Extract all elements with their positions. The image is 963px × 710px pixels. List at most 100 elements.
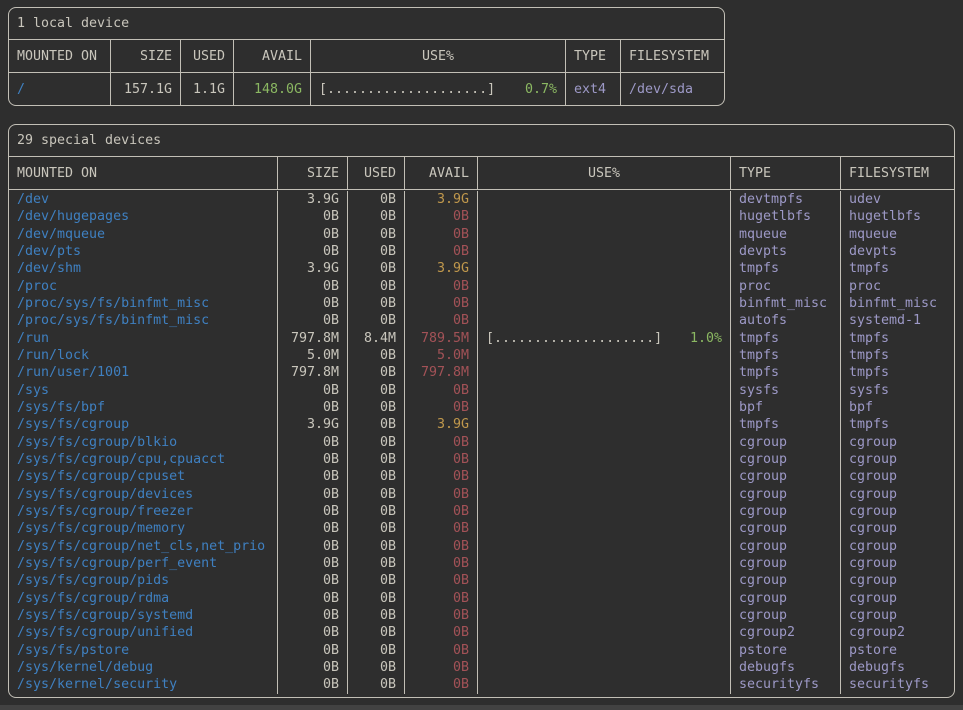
cell-use-pct — [477, 468, 730, 485]
cell-avail: 0B — [404, 226, 477, 243]
cell-size: 0B — [277, 278, 347, 295]
cell-use-pct — [477, 503, 730, 520]
column-header-type: TYPE — [565, 40, 620, 72]
cell-filesystem: cgroup2 — [840, 624, 954, 641]
cell-use-pct — [477, 191, 730, 208]
cell-type: tmpfs — [730, 260, 840, 277]
cell-avail: 5.0M — [404, 347, 477, 364]
cell-filesystem: cgroup — [840, 590, 954, 607]
terminal-screen[interactable]: 1 local device MOUNTED ON SIZE USED AVAI… — [0, 0, 963, 705]
cell-avail: 0B — [404, 382, 477, 399]
cell-size: 0B — [277, 399, 347, 416]
cell-type: cgroup — [730, 503, 840, 520]
cell-used: 0B — [347, 243, 404, 260]
cell-avail: 0B — [404, 520, 477, 537]
cell-avail: 0B — [404, 572, 477, 589]
cell-avail: 0B — [404, 243, 477, 260]
usage-percent: 1.0% — [690, 331, 722, 346]
cell-used: 0B — [347, 382, 404, 399]
cell-used: 0B — [347, 468, 404, 485]
cell-size: 0B — [277, 642, 347, 659]
cell-used: 0B — [347, 364, 404, 381]
cell-used: 1.1G — [180, 73, 233, 105]
cell-avail: 0B — [404, 642, 477, 659]
cell-used: 0B — [347, 503, 404, 520]
cell-use-pct — [477, 416, 730, 433]
cell-size: 797.8M — [277, 364, 347, 381]
cell-filesystem: systemd-1 — [840, 312, 954, 329]
column-header-mounted-on: MOUNTED ON — [9, 40, 110, 72]
cell-mount: /sys/fs/cgroup/net_cls,net_prio — [9, 538, 277, 555]
cell-avail: 0B — [404, 676, 477, 693]
cell-avail: 0B — [404, 208, 477, 225]
cell-used: 0B — [347, 676, 404, 693]
cell-type: tmpfs — [730, 347, 840, 364]
cell-size: 0B — [277, 434, 347, 451]
cell-use-pct — [477, 260, 730, 277]
cell-mount: /sys/fs/cgroup/unified — [9, 624, 277, 641]
cell-type: debugfs — [730, 659, 840, 676]
column-header-filesystem: FILESYSTEM — [840, 157, 954, 189]
cell-filesystem: cgroup — [840, 555, 954, 572]
cell-size: 0B — [277, 520, 347, 537]
cell-used: 0B — [347, 659, 404, 676]
cell-size: 3.9G — [277, 191, 347, 208]
cell-avail: 789.5M — [404, 330, 477, 347]
cell-avail: 0B — [404, 590, 477, 607]
cell-type: cgroup — [730, 434, 840, 451]
cell-mount: /run/user/1001 — [9, 364, 277, 381]
cell-type: ext4 — [565, 73, 620, 105]
cell-type: cgroup — [730, 572, 840, 589]
cell-size: 0B — [277, 659, 347, 676]
cell-use-pct — [477, 399, 730, 416]
cell-type: cgroup2 — [730, 624, 840, 641]
cell-used: 0B — [347, 312, 404, 329]
cell-avail: 0B — [404, 278, 477, 295]
cell-use-pct — [477, 624, 730, 641]
cell-avail: 0B — [404, 468, 477, 485]
cell-type: cgroup — [730, 520, 840, 537]
cell-size: 3.9G — [277, 260, 347, 277]
cell-size: 0B — [277, 503, 347, 520]
cell-filesystem: bpf — [840, 399, 954, 416]
cell-used: 0B — [347, 208, 404, 225]
cell-size: 0B — [277, 226, 347, 243]
cell-mount: /sys/fs/cgroup/freezer — [9, 503, 277, 520]
cell-size: 0B — [277, 486, 347, 503]
cell-mount: /dev/mqueue — [9, 226, 277, 243]
cell-mount: /sys/kernel/security — [9, 676, 277, 693]
cell-mount: /sys/fs/cgroup — [9, 416, 277, 433]
cell-filesystem: hugetlbfs — [840, 208, 954, 225]
cell-type: cgroup — [730, 538, 840, 555]
cell-size: 0B — [277, 243, 347, 260]
cell-size: 0B — [277, 295, 347, 312]
cell-use-pct — [477, 642, 730, 659]
cell-filesystem: cgroup — [840, 451, 954, 468]
cell-used: 0B — [347, 451, 404, 468]
cell-mount: /dev/hugepages — [9, 208, 277, 225]
cell-size: 0B — [277, 208, 347, 225]
cell-use-pct — [477, 208, 730, 225]
cell-size: 3.9G — [277, 416, 347, 433]
special-devices-header: MOUNTED ON SIZE USED AVAIL USE% TYPE FIL… — [9, 157, 954, 190]
cell-filesystem: devpts — [840, 243, 954, 260]
cell-use-pct — [477, 607, 730, 624]
cell-filesystem: tmpfs — [840, 416, 954, 433]
cell-use-pct: [....................]0.7% — [310, 73, 565, 105]
cell-use-pct — [477, 451, 730, 468]
cell-used: 0B — [347, 295, 404, 312]
cell-use-pct — [477, 347, 730, 364]
cell-type: cgroup — [730, 607, 840, 624]
special-devices-title: 29 special devices — [9, 125, 954, 157]
cell-avail: 0B — [404, 486, 477, 503]
cell-type: cgroup — [730, 590, 840, 607]
column-header-use-pct: USE% — [477, 157, 730, 189]
cell-use-pct — [477, 572, 730, 589]
cell-filesystem: sysfs — [840, 382, 954, 399]
window-bottom-edge — [0, 705, 963, 710]
cell-use-pct — [477, 226, 730, 243]
cell-type: mqueue — [730, 226, 840, 243]
cell-filesystem: tmpfs — [840, 260, 954, 277]
cell-mount: /sys/fs/pstore — [9, 642, 277, 659]
cell-type: devpts — [730, 243, 840, 260]
